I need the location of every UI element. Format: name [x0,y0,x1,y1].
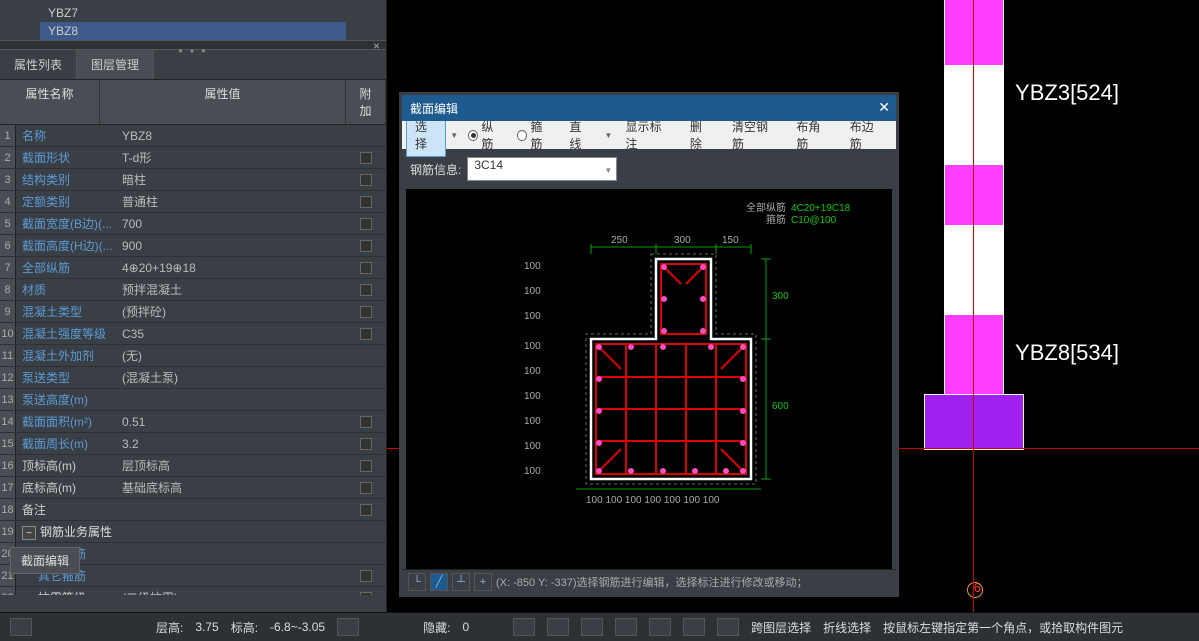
chevron-down-icon[interactable]: ▼ [604,166,612,175]
tool-icon-2[interactable] [513,618,535,636]
svg-text:100: 100 [524,286,541,297]
svg-text:300: 300 [772,291,789,302]
property-row[interactable]: 5截面宽度(B边)(...700 [0,213,386,235]
hidden-label: 隐藏: [423,619,450,636]
property-row[interactable]: 12泵送类型(混凝土泵) [0,367,386,389]
tool-icon-4[interactable] [581,618,603,636]
svg-text:600: 600 [772,401,789,412]
dialog-titlebar[interactable]: 截面编辑 ✕ [402,95,896,121]
svg-text:100: 100 [524,341,541,352]
tool-icon-6[interactable] [649,618,671,636]
close-icon[interactable]: × [373,39,380,53]
svg-text:100: 100 [524,261,541,272]
canvas-label-top: YBZ3[524] [1015,80,1119,106]
property-row[interactable]: 13泵送高度(m) [0,389,386,411]
chevron-down-icon[interactable]: ▼ [603,131,615,140]
tool-icon-8[interactable] [717,618,739,636]
close-icon[interactable]: ✕ [878,99,890,116]
svg-text:100: 100 [524,391,541,402]
dialog-toolbar: 选择 ▼ 纵筋 箍筋 直线 ▼ 显示标注 删除 清空钢筋 布角筋 布边筋 [402,121,896,149]
snap-icon[interactable]: ╱ [430,573,448,591]
svg-text:4C20+19C18: 4C20+19C18 [791,203,851,214]
property-row[interactable]: 10混凝土强度等级C35 [0,323,386,345]
grid-icon[interactable]: + [474,573,492,591]
crosshair-vertical [973,0,974,612]
tree-area: YBZ7 YBZ8 [0,0,386,40]
section-drawing: 全部纵筋 4C20+19C18 箍筋 C10@100 [456,199,876,569]
floor-value: 3.75 [195,620,218,634]
elev-value: -6.8~-3.05 [270,620,325,634]
property-row[interactable]: 11混凝土外加剂(无) [0,345,386,367]
svg-text:C10@100: C10@100 [791,215,837,226]
section-edit-dialog: 截面编辑 ✕ 选择 ▼ 纵筋 箍筋 直线 ▼ 显示标注 删除 清空钢筋 布角筋 … [399,92,899,597]
ortho-icon[interactable]: ┴ [452,573,470,591]
floor-label: 层高: [156,619,183,636]
rebar-info-label: 钢筋信息: [410,161,461,178]
property-row[interactable]: 6截面高度(H边)(...900 [0,235,386,257]
property-row[interactable]: 2截面形状T-d形 [0,147,386,169]
svg-text:100 100 100 100 100 100 100: 100 100 100 100 100 100 100 [586,495,720,506]
tool-icon[interactable] [337,618,359,636]
property-header: 属性名称 属性值 附加 [0,80,386,125]
property-row[interactable]: 19−钢筋业务属性 [0,521,386,543]
elev-label: 标高: [231,619,258,636]
section-edit-button[interactable]: 截面编辑 [10,547,80,574]
property-row[interactable]: 16顶标高(m)层顶标高 [0,455,386,477]
svg-text:250: 250 [611,235,628,246]
property-row[interactable]: 15截面周长(m)3.2 [0,433,386,455]
svg-text:100: 100 [524,416,541,427]
header-value: 属性值 [100,80,346,124]
svg-text:300: 300 [674,235,691,246]
property-row[interactable]: 3结构类别暗柱 [0,169,386,191]
property-row[interactable]: 14截面面积(m²)0.51 [0,411,386,433]
marker-circle-icon [967,582,983,598]
header-name: 属性名称 [0,80,100,124]
chevron-down-icon[interactable]: ▼ [448,131,460,140]
status-text: (X: -850 Y: -337)选择钢筋进行编辑，选择标注进行修改或移动； [496,574,808,590]
property-row[interactable]: 8材质预拌混凝土 [0,279,386,301]
tree-item-ybz8[interactable]: YBZ8 [40,22,346,40]
property-row[interactable]: 22抗震等级(二级抗震) [0,587,386,595]
property-row[interactable]: 17底标高(m)基础底标高 [0,477,386,499]
tab-layers[interactable]: 图层管理 [77,50,154,79]
bottom-hint: 按鼠标左键指定第一个角点，或拾取构件图元 [883,619,1123,636]
property-row[interactable]: 4定额类别普通柱 [0,191,386,213]
rebar-info-input[interactable]: 3C14 ▼ [467,157,617,181]
gujin-radio[interactable]: 箍筋 [511,118,558,152]
property-row[interactable]: 1名称YBZ8 [0,125,386,147]
status-icon[interactable] [10,618,32,636]
svg-text:100: 100 [524,441,541,452]
svg-text:100: 100 [524,366,541,377]
property-body: 1名称YBZ82截面形状T-d形3结构类别暗柱4定额类别普通柱5截面宽度(B边)… [0,125,386,595]
column-shape [944,0,1004,395]
dialog-canvas[interactable]: 全部纵筋 4C20+19C18 箍筋 C10@100 [406,189,892,569]
svg-text:100: 100 [524,311,541,322]
dialog-title: 截面编辑 [410,100,458,117]
resize-bar[interactable]: • • • × [0,40,386,50]
svg-text:100: 100 [524,466,541,477]
property-row[interactable]: 18备注 [0,499,386,521]
property-row[interactable]: 9混凝土类型(预拌砼) [0,301,386,323]
property-row[interactable]: 7全部纵筋4⊕20+19⊕18 [0,257,386,279]
left-panel: YBZ7 YBZ8 • • • × 属性列表 图层管理 属性名称 属性值 附加 … [0,0,387,612]
tool-icon-7[interactable] [683,618,705,636]
bottom-statusbar: 层高: 3.75 标高: -6.8~-3.05 隐藏: 0 跨图层选择 折线选择… [0,612,1199,641]
crosslayer-button[interactable]: 跨图层选择 [751,619,811,636]
polyline-button[interactable]: 折线选择 [823,619,871,636]
corner-icon[interactable]: └ [408,573,426,591]
hidden-value: 0 [462,620,469,634]
tool-icon-3[interactable] [547,618,569,636]
svg-text:全部纵筋: 全部纵筋 [746,201,786,214]
dialog-statusbar: └ ╱ ┴ + (X: -850 Y: -337)选择钢筋进行编辑，选择标注进行… [402,569,896,593]
tab-properties[interactable]: 属性列表 [0,50,77,79]
tool-icon-5[interactable] [615,618,637,636]
svg-text:箍筋: 箍筋 [766,213,786,226]
tree-item-ybz7[interactable]: YBZ7 [40,4,346,22]
header-extra: 附加 [346,80,386,124]
zongjin-radio[interactable]: 纵筋 [462,118,509,152]
column-base [924,394,1024,450]
svg-text:150: 150 [722,235,739,246]
canvas-label-bottom: YBZ8[534] [1015,340,1119,366]
